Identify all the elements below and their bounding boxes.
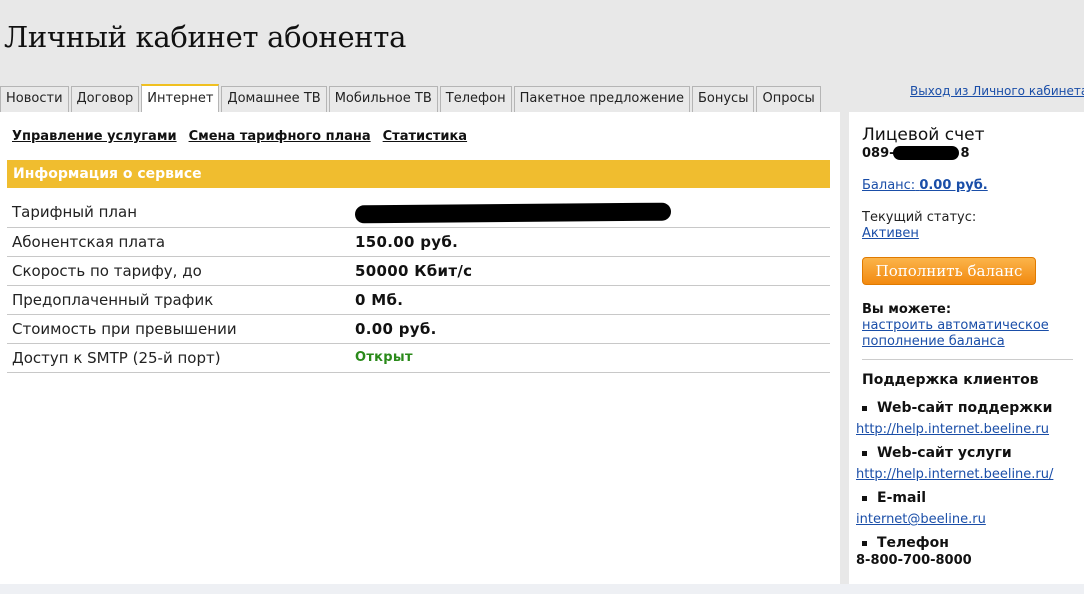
email-link[interactable]: internet@beeline.ru <box>856 512 986 527</box>
support-item-phone: Телефон 8-800-700-8000 <box>856 535 1081 568</box>
page-footer-strip <box>0 584 1084 594</box>
balance-link[interactable]: Баланс: 0.00 руб. <box>862 178 988 193</box>
subnav-statistics[interactable]: Статистика <box>383 129 467 144</box>
support-item-label: E-mail <box>877 490 927 506</box>
can-label: Вы можете: <box>862 302 952 317</box>
support-item-label: Телефон <box>877 535 949 551</box>
logout-link[interactable]: Выход из Личного кабинета <box>910 84 1084 98</box>
support-phone-number: 8-800-700-8000 <box>856 553 972 568</box>
tab-news[interactable]: Новости <box>0 86 69 112</box>
bullet-icon <box>862 495 867 501</box>
row-label: Предоплаченный трафик <box>12 290 214 309</box>
redaction-mark <box>893 146 959 160</box>
subnav-change-tariff[interactable]: Смена тарифного плана <box>189 129 371 144</box>
auto-topup-link[interactable]: настроить автоматическое пополнение бала… <box>862 318 1062 350</box>
service-info-header: Информация о сервисе <box>7 160 830 188</box>
tab-package[interactable]: Пакетное предложение <box>513 86 690 112</box>
account-number-suffix: 8 <box>960 146 970 161</box>
main-tabs: Новости Договор Интернет Домашнее ТВ Моб… <box>0 84 823 112</box>
bullet-icon <box>862 540 867 546</box>
support-item-label: Web-сайт поддержки <box>877 400 1053 416</box>
table-row: Предоплаченный трафик 0 Мб. <box>7 285 830 314</box>
support-title: Поддержка клиентов <box>862 372 1039 388</box>
tab-surveys[interactable]: Опросы <box>756 86 821 112</box>
row-value: 150.00 руб. <box>355 232 459 251</box>
support-site-link[interactable]: http://help.internet.beeline.ru <box>856 422 1049 437</box>
account-title: Лицевой счет <box>862 125 985 145</box>
row-value: 50000 Кбит/с <box>355 261 473 280</box>
subnav-manage-services[interactable]: Управление услугами <box>12 129 177 144</box>
table-row: Скорость по тарифу, до 50000 Кбит/с <box>7 256 830 285</box>
row-label: Тарифный план <box>12 203 138 222</box>
row-label: Абонентская плата <box>12 232 166 251</box>
service-subnav: Управление услугами Смена тарифного план… <box>12 129 467 144</box>
bullet-icon <box>862 450 867 456</box>
status-link[interactable]: Активен <box>862 226 919 241</box>
support-item-label: Web-сайт услуги <box>877 445 1012 461</box>
divider <box>862 359 1073 360</box>
redaction-mark <box>354 202 672 223</box>
row-label: Скорость по тарифу, до <box>12 261 202 280</box>
balance-label: Баланс: <box>862 178 916 193</box>
bullet-icon <box>862 405 867 411</box>
row-label: Стоимость при превышении <box>12 319 237 338</box>
account-number-prefix: 089- <box>862 146 895 161</box>
row-label: Доступ к SMTP (25-й порт) <box>12 348 221 367</box>
account-sidebar: Лицевой счет 089- 8 Баланс: 0.00 руб. Тек… <box>849 112 1084 584</box>
table-row: Абонентская плата 150.00 руб. <box>7 227 830 256</box>
support-item-service-site: Web-сайт услуги http://help.internet.bee… <box>856 445 1081 482</box>
tab-mobile-tv[interactable]: Мобильное ТВ <box>328 86 438 112</box>
table-row: Тарифный план <box>7 198 830 227</box>
tab-bonuses[interactable]: Бонусы <box>691 86 755 112</box>
topup-balance-button[interactable]: Пополнить баланс <box>862 257 1036 285</box>
tab-phone[interactable]: Телефон <box>439 86 512 112</box>
row-value <box>354 198 830 227</box>
table-row: Стоимость при превышении 0.00 руб. <box>7 314 830 343</box>
tab-internet[interactable]: Интернет <box>141 84 220 112</box>
balance-value: 0.00 руб. <box>919 178 988 193</box>
tab-home-tv[interactable]: Домашнее ТВ <box>221 86 327 112</box>
smtp-status-value: Открыт <box>355 350 413 365</box>
tab-contract[interactable]: Договор <box>70 86 140 112</box>
row-value: 0 Мб. <box>355 290 404 309</box>
table-row: Доступ к SMTP (25-й порт) Открыт <box>7 343 830 372</box>
support-item-email: E-mail internet@beeline.ru <box>856 490 1081 527</box>
support-item-website: Web-сайт поддержки http://help.internet.… <box>856 400 1081 437</box>
service-info-table: Тарифный план Абонентская плата 150.00 р… <box>7 198 830 373</box>
service-site-link[interactable]: http://help.internet.beeline.ru/ <box>856 467 1053 482</box>
row-value: 0.00 руб. <box>355 319 437 338</box>
status-label: Текущий статус: <box>862 210 977 225</box>
page-title: Личный кабинет абонента <box>4 20 407 54</box>
main-panel: Управление услугами Смена тарифного план… <box>0 112 840 584</box>
